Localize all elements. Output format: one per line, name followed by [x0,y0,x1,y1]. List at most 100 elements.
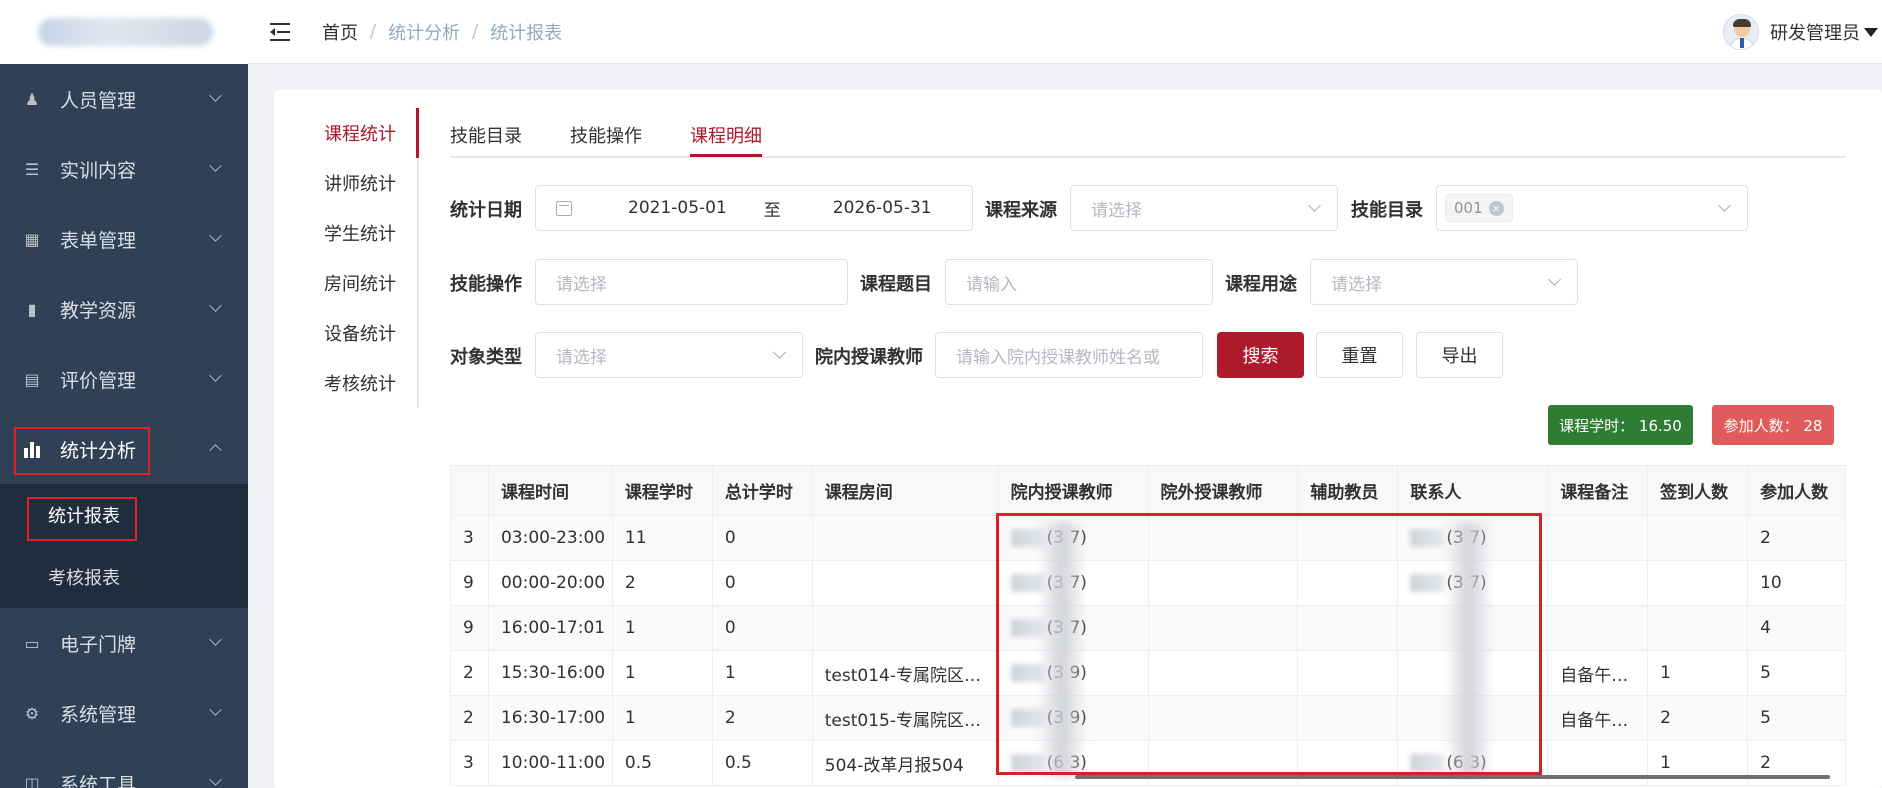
sidebar-item-forms[interactable]: ▦ 表单管理 [0,204,248,274]
table-cell: 1 [1648,651,1749,695]
sidebar-item-label: 系统工具 [60,773,137,788]
stats-side-tabs: 课程统计 讲师统计 学生统计 房间统计 设备统计 考核统计 [274,108,419,408]
sidebar-item-label: 电子门牌 [60,633,137,656]
operation-select[interactable]: 请选择 [535,259,848,305]
table-cell: 03:00-23:00 [489,516,613,560]
source-select[interactable]: 请选择 [1070,185,1338,231]
teacher-input[interactable]: 请输入院内授课教师姓名或 [935,332,1203,378]
sidebar-item-system[interactable]: ⚙ 系统管理 [0,678,248,748]
cell-text: test014-专属院区… [824,665,981,686]
table-cell [813,561,999,605]
table-cell: 2 [451,651,489,695]
cell-text: 1 [624,663,636,683]
table-cell: 2 [613,561,713,605]
search-button[interactable]: 搜索 [1217,332,1304,378]
sidebar: ♟ 人员管理 ☰ 实训内容 ▦ 表单管理 ▮ 教学资源 ▤ 评价管理 统计分析 … [0,0,248,788]
toolbox-icon: ◫ [24,773,40,788]
chevron-down-icon [209,773,222,786]
total-hours-badge: 课程学时： 16.50 [1548,405,1693,445]
chevron-down-icon [209,299,222,312]
sidebar-item-evaluation[interactable]: ▤ 评价管理 [0,344,248,414]
table-cell: 9 [451,606,489,650]
object-placeholder: 请选择 [556,347,607,368]
sidebar-subitem-exam-report[interactable]: 考核报表 [0,546,248,608]
sidebar-item-label: 人员管理 [60,89,137,112]
tab-exam-stats[interactable]: 考核统计 [274,358,417,408]
logo[interactable] [0,0,248,64]
cell-text: 5 [1760,663,1771,683]
table-cell: 0.5 [713,741,813,785]
date-start[interactable]: 2021-05-01 [628,198,727,218]
purpose-select[interactable]: 请选择 [1310,259,1578,305]
object-label: 对象类型 [450,347,522,368]
chevron-down-icon [209,89,222,102]
reset-button[interactable]: 重置 [1316,332,1403,378]
table-cell: 11 [613,516,713,560]
table-cell: 0 [713,606,813,650]
table-cell: 9 [451,561,489,605]
cell-text: 自备午… [1560,710,1629,731]
chart-icon: ▤ [24,369,40,389]
close-icon[interactable]: × [1488,200,1504,216]
tab-course-stats[interactable]: 课程统计 [274,108,417,158]
hamburger-icon[interactable] [270,22,294,42]
cell-text: 10 [1760,573,1782,593]
sidebar-item-training[interactable]: ☰ 实训内容 [0,134,248,204]
sidebar-item-label: 表单管理 [60,229,137,252]
operation-label: 技能操作 [450,274,522,295]
user-menu[interactable]: 研发管理员 [1723,14,1882,50]
horizontal-scrollbar[interactable] [1075,775,1830,779]
cell-text: 9 [463,573,474,593]
chevron-down-icon [1718,199,1731,212]
sidebar-item-doorplate[interactable]: ▭ 电子门牌 [0,608,248,678]
sidebar-item-tools[interactable]: ◫ 系统工具 [0,748,248,788]
tab-indicator [690,154,762,157]
top-bar: 首页 / 统计分析 / 统计报表 研发管理员 [248,0,1882,64]
tab-skill-catalog[interactable]: 技能目录 [450,122,522,148]
cell-text: 03:00-23:00 [500,528,606,548]
col-header: 课程备注 [1548,466,1649,515]
cell-text: 1 [624,618,636,638]
date-end[interactable]: 2026-05-31 [833,198,932,218]
table-cell: 1 [613,696,713,740]
cell-text: 00:00-20:00 [500,573,606,593]
col-header: 联系人 [1398,466,1549,515]
table-cell: test015-专属院区… [813,696,999,740]
user-name: 研发管理员 [1770,23,1860,44]
tab-room-stats[interactable]: 房间统计 [274,258,417,308]
cell-text: 504-改革月报504 [824,755,964,776]
export-button[interactable]: 导出 [1416,332,1503,378]
object-select[interactable]: 请选择 [535,332,803,378]
user-icon: ♟ [24,89,40,109]
breadcrumb-statistics[interactable]: 统计分析 [388,19,460,45]
cell-text: 2 [1760,753,1771,773]
tab-student-stats[interactable]: 学生统计 [274,208,417,258]
cell-text: 0.5 [624,753,652,773]
tab-equipment-stats[interactable]: 设备统计 [274,308,417,358]
date-range-picker[interactable]: 2021-05-01 至 2026-05-31 [535,185,973,231]
cell-text: 1 [624,708,636,728]
chevron-down-icon [1308,199,1321,212]
chevron-down-icon [209,703,222,716]
side-tab-indicator [416,108,419,158]
cell-text: 3 [463,753,474,773]
topic-input[interactable]: 请输入 [945,259,1213,305]
sidebar-item-label: 评价管理 [60,369,137,392]
book-icon: ▮ [27,299,37,319]
cell-text: 9 [463,618,474,638]
breadcrumb-home[interactable]: 首页 [322,19,358,45]
chevron-down-icon [209,229,222,242]
sidebar-item-label: 实训内容 [60,159,137,182]
cell-text: 1 [1660,663,1671,683]
table-cell: 2 [451,696,489,740]
table-cell: 2 [1748,516,1847,560]
sidebar-item-personnel[interactable]: ♟ 人员管理 [0,64,248,134]
tab-lecturer-stats[interactable]: 讲师统计 [274,158,417,208]
table-cell [1548,516,1649,560]
catalog-select[interactable]: 001 × [1436,185,1748,231]
tab-course-detail[interactable]: 课程明细 [690,122,762,148]
cell-text: 0 [724,618,736,638]
source-placeholder: 请选择 [1091,200,1142,221]
sidebar-item-resources[interactable]: ▮ 教学资源 [0,274,248,344]
tab-skill-operation[interactable]: 技能操作 [570,122,642,148]
